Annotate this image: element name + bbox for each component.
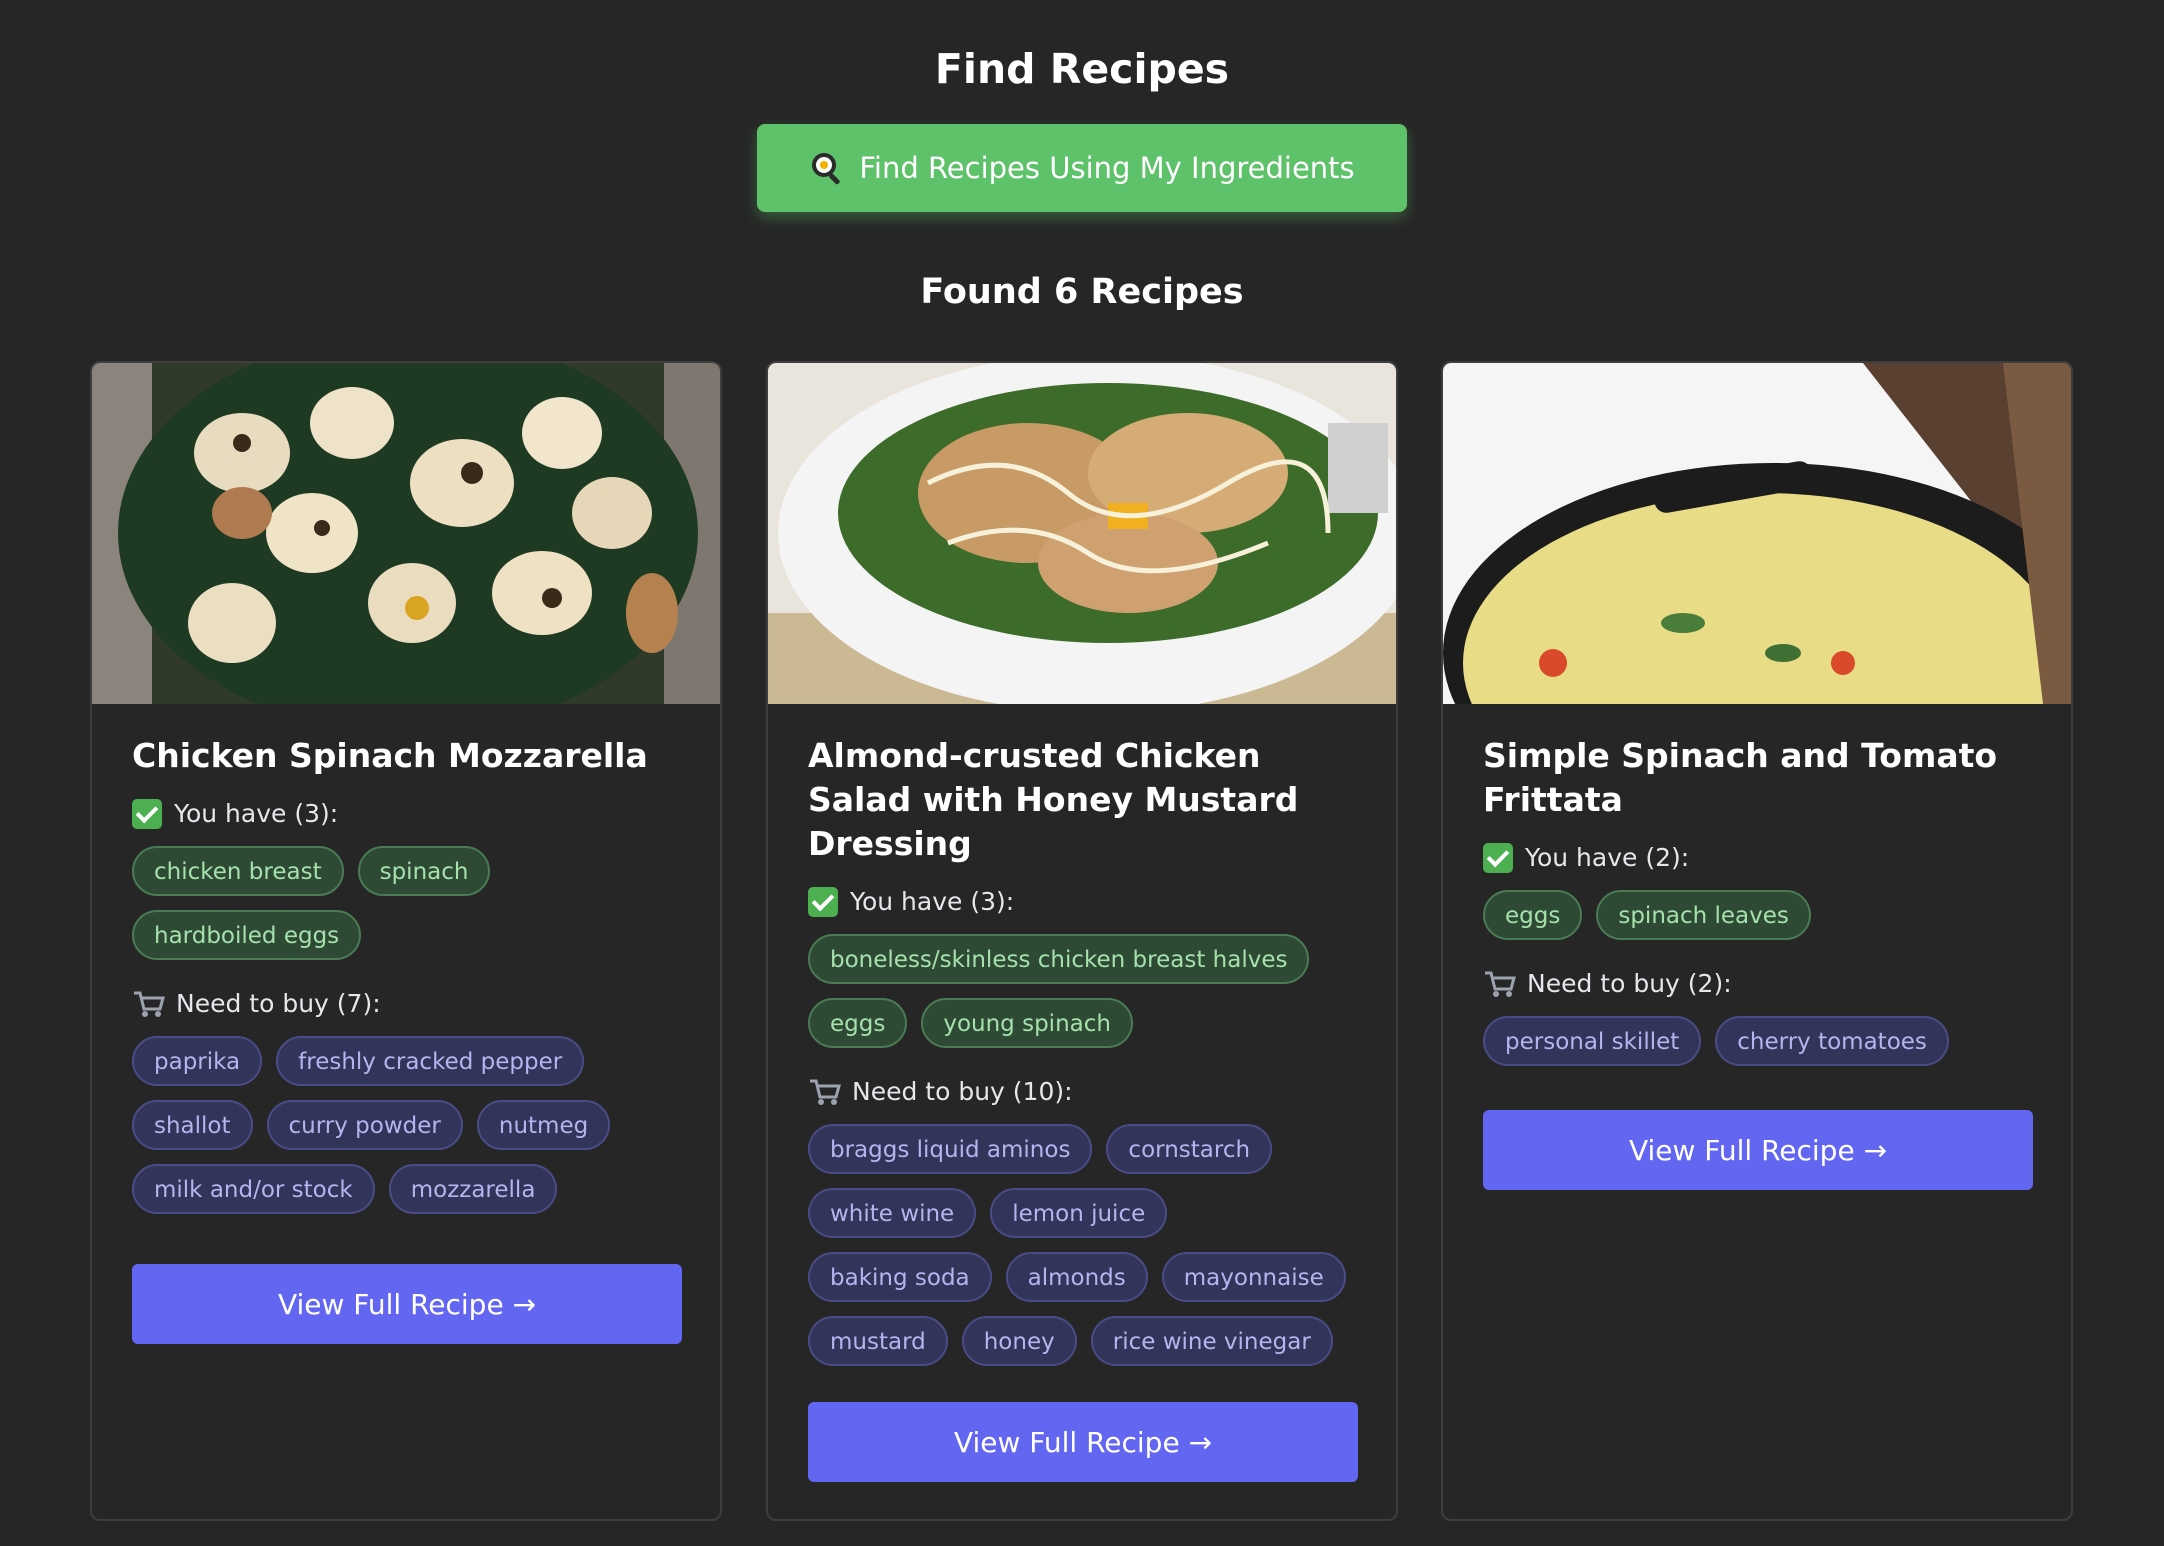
buy-tag: mayonnaise — [1161, 1252, 1346, 1302]
have-tag: spinach — [357, 846, 491, 896]
buy-tags: braggs liquid aminos cornstarch white wi… — [808, 1124, 1356, 1366]
have-tags: eggs spinach leaves — [1483, 890, 2031, 940]
buy-tag: curry powder — [266, 1100, 463, 1150]
buy-section-label: Need to buy (10): — [808, 1074, 1356, 1110]
recipe-image — [768, 363, 1396, 704]
recipe-finder-page: Find Recipes Find Recipes Using My Ingre… — [0, 0, 2164, 1546]
results-title: Found 6 Recipes — [920, 272, 1244, 312]
have-tag: hardboiled eggs — [132, 910, 362, 960]
buy-tag: cherry tomatoes — [1715, 1016, 1949, 1066]
recipe-title: Chicken Spinach Mozzarella — [132, 736, 648, 775]
shopping-cart-icon — [1485, 971, 1516, 997]
buy-section-label: Need to buy (7): — [132, 986, 680, 1022]
have-tag: young spinach — [921, 998, 1133, 1048]
checkmark-icon — [1483, 843, 1513, 873]
recipe-image — [92, 363, 720, 704]
shopping-cart-icon — [134, 991, 165, 1017]
buy-tag: mozzarella — [388, 1164, 558, 1214]
have-section-label: You have (3): — [132, 796, 680, 832]
buy-tag: rice wine vinegar — [1090, 1316, 1333, 1366]
buy-tag: shallot — [132, 1100, 253, 1150]
buy-label-text: Need to buy (7): — [176, 989, 381, 1018]
view-full-recipe-button[interactable]: View Full Recipe → — [808, 1402, 1358, 1482]
buy-label-text: Need to buy (2): — [1527, 969, 1732, 998]
buy-tag: almonds — [1005, 1252, 1148, 1302]
view-full-recipe-button[interactable]: View Full Recipe → — [1483, 1110, 2033, 1190]
buy-tag: paprika — [132, 1036, 263, 1086]
buy-tag: lemon juice — [990, 1188, 1168, 1238]
buy-tag: mustard — [808, 1316, 948, 1366]
buy-tags: personal skillet cherry tomatoes — [1483, 1016, 2031, 1066]
have-tag: spinach leaves — [1596, 890, 1811, 940]
have-label-text: You have (3): — [850, 887, 1015, 916]
have-label-text: You have (3): — [174, 799, 339, 828]
recipe-image — [1443, 363, 2071, 704]
have-label-text: You have (2): — [1525, 843, 1690, 872]
have-tag: eggs — [1483, 890, 1583, 940]
buy-tag: freshly cracked pepper — [276, 1036, 585, 1086]
frying-pan-icon — [809, 150, 845, 186]
have-tags: boneless/skinless chicken breast halves … — [808, 934, 1356, 1048]
have-tag: chicken breast — [132, 846, 344, 896]
buy-tags: paprika freshly cracked pepper shallot c… — [132, 1036, 680, 1214]
buy-tag: honey — [961, 1316, 1077, 1366]
checkmark-icon — [132, 799, 162, 829]
recipe-card: Chicken Spinach Mozzarella You have (3):… — [90, 361, 722, 1521]
buy-tag: braggs liquid aminos — [808, 1124, 1093, 1174]
find-recipes-button-label: Find Recipes Using My Ingredients — [859, 151, 1355, 185]
buy-tag: milk and/or stock — [132, 1164, 375, 1214]
recipe-card: Simple Spinach and Tomato Frittata You h… — [1441, 361, 2073, 1521]
have-section-label: You have (3): — [808, 884, 1356, 920]
view-full-recipe-button[interactable]: View Full Recipe → — [132, 1264, 682, 1344]
recipe-card: Almond-crusted Chicken Salad with Honey … — [766, 361, 1398, 1521]
have-tags: chicken breast spinach hardboiled eggs — [132, 846, 680, 960]
buy-section-label: Need to buy (2): — [1483, 966, 2031, 1002]
checkmark-icon — [808, 887, 838, 917]
page-title: Find Recipes — [934, 45, 1230, 93]
shopping-cart-icon — [810, 1079, 841, 1105]
have-tag: boneless/skinless chicken breast halves — [808, 934, 1310, 984]
buy-tag: cornstarch — [1106, 1124, 1273, 1174]
buy-tag: baking soda — [808, 1252, 992, 1302]
buy-tag: white wine — [808, 1188, 977, 1238]
buy-tag: nutmeg — [476, 1100, 611, 1150]
recipe-title: Simple Spinach and Tomato Frittata — [1483, 736, 1998, 819]
have-section-label: You have (2): — [1483, 840, 2031, 876]
buy-label-text: Need to buy (10): — [852, 1077, 1073, 1106]
recipe-title: Almond-crusted Chicken Salad with Honey … — [808, 736, 1299, 863]
find-recipes-button[interactable]: Find Recipes Using My Ingredients — [757, 124, 1407, 212]
have-tag: eggs — [808, 998, 908, 1048]
buy-tag: personal skillet — [1483, 1016, 1702, 1066]
